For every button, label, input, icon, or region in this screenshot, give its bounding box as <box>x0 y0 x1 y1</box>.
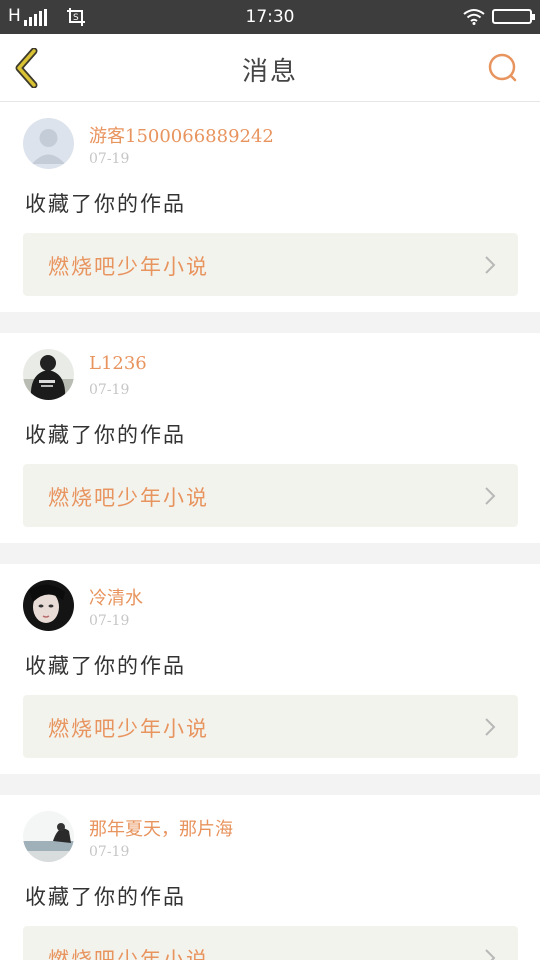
back-button[interactable] <box>12 47 46 89</box>
divider <box>0 312 540 333</box>
chevron-left-icon <box>15 47 38 89</box>
message-date: 07-19 <box>89 151 130 167</box>
divider <box>0 774 540 795</box>
work-title: 燃烧吧少年小说 <box>48 486 209 510</box>
work-title: 燃烧吧少年小说 <box>48 255 209 279</box>
nav-bar: 消息 <box>0 34 540 102</box>
work-link[interactable]: 燃烧吧少年小说 <box>23 464 518 527</box>
status-bar: H S 17:30 <box>0 0 540 34</box>
chevron-right-icon <box>485 949 496 960</box>
divider <box>0 543 540 564</box>
work-link[interactable]: 燃烧吧少年小说 <box>23 926 518 960</box>
page-title: 消息 <box>241 57 298 87</box>
message-list: 游客1500066889242 07-19 收藏了你的作品 燃烧吧少年小说 L1… <box>0 102 540 960</box>
message-text: 收藏了你的作品 <box>25 885 186 909</box>
message-date: 07-19 <box>89 382 130 398</box>
avatar[interactable] <box>23 349 74 400</box>
message-date: 07-19 <box>89 613 130 629</box>
status-time: 17:30 <box>245 7 295 27</box>
user-name[interactable]: 游客1500066889242 <box>89 122 274 148</box>
chevron-right-icon <box>485 718 496 736</box>
chevron-right-icon <box>485 487 496 505</box>
seaside-avatar <box>23 811 74 862</box>
wifi-icon <box>463 9 485 25</box>
message-text: 收藏了你的作品 <box>25 192 186 216</box>
message-item: 那年夏天，那片海 07-19 收藏了你的作品 燃烧吧少年小说 <box>0 795 540 960</box>
work-link[interactable]: 燃烧吧少年小说 <box>23 695 518 758</box>
work-link[interactable]: 燃烧吧少年小说 <box>23 233 518 296</box>
chevron-right-icon <box>485 256 496 274</box>
default-avatar-icon <box>23 118 74 169</box>
search-icon <box>488 53 517 82</box>
message-text: 收藏了你的作品 <box>25 654 186 678</box>
avatar[interactable] <box>23 118 74 169</box>
message-item: 游客1500066889242 07-19 收藏了你的作品 燃烧吧少年小说 <box>0 102 540 312</box>
message-date: 07-19 <box>89 844 130 860</box>
avatar[interactable] <box>23 580 74 631</box>
work-title: 燃烧吧少年小说 <box>48 717 209 741</box>
user-name[interactable]: 冷清水 <box>89 584 143 610</box>
work-title: 燃烧吧少年小说 <box>48 948 209 960</box>
avatar[interactable] <box>23 811 74 862</box>
user-name[interactable]: 那年夏天，那片海 <box>89 815 233 841</box>
message-item: 冷清水 07-19 收藏了你的作品 燃烧吧少年小说 <box>0 564 540 774</box>
battery-icon <box>492 9 535 24</box>
message-item: L1236 07-19 收藏了你的作品 燃烧吧少年小说 <box>0 333 540 543</box>
girl-portrait-avatar <box>23 580 74 631</box>
message-text: 收藏了你的作品 <box>25 423 186 447</box>
search-button[interactable] <box>484 50 520 86</box>
user-name[interactable]: L1236 <box>89 353 147 374</box>
hooded-figure-avatar <box>23 349 74 400</box>
